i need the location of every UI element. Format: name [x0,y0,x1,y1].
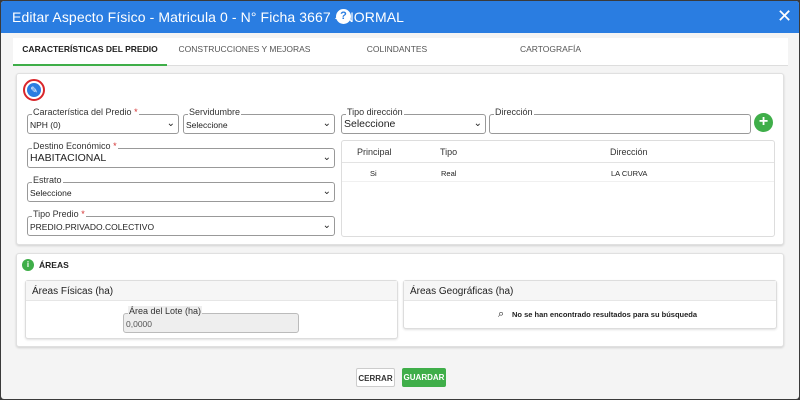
tab-construcciones[interactable]: CONSTRUCCIONES Y MEJORAS [167,38,322,66]
caracteristica-value: NPH (0) [30,120,61,130]
destino-label: Destino Económico * [32,141,118,151]
tab-bar: CARACTERÍSTICAS DEL PREDIO CONSTRUCCIONE… [13,38,788,66]
empty-results-text: No se han encontrado resultados para su … [512,310,698,319]
chevron-down-icon: ⌄ [166,118,175,129]
search-icon: ⌕ [498,308,505,320]
servidumbre-select[interactable]: Servidumbre Seleccione ⌄ [183,107,335,134]
areas-title: ÁREAS [39,260,69,270]
estrato-box [27,182,335,202]
tab-colindantes[interactable]: COLINDANTES [322,38,472,66]
chevron-down-icon: ⌄ [473,118,482,129]
direccion-box [489,114,751,134]
tipo-predio-label-text: Tipo Predio [33,209,79,219]
column-tipo[interactable]: Tipo [440,147,457,157]
areas-geograficas-card: Áreas Geográficas (ha) [403,280,777,329]
chevron-down-icon: ⌄ [322,186,331,197]
cerrar-button[interactable]: CERRAR [356,368,395,387]
pencil-icon: ✎ [27,83,41,97]
add-address-button[interactable]: + [754,113,773,132]
estrato-label: Estrato [32,175,63,185]
address-table: Principal Tipo Dirección Si Real LA CURV… [341,140,775,237]
cell-tipo: Real [441,169,457,178]
chevron-down-icon: ⌄ [322,118,331,129]
close-icon[interactable]: ✕ [777,6,792,26]
chevron-down-icon: ⌄ [322,220,331,231]
destino-label-text: Destino Económico [33,141,111,151]
destino-value: HABITACIONAL [30,152,107,164]
tab-cartografia[interactable]: CARTOGRAFÍA [472,38,629,66]
tipo-predio-select[interactable]: Tipo Predio * PREDIO.PRIVADO.COLECTIVO ⌄ [27,209,335,236]
direccion-input[interactable]: Dirección [489,107,751,134]
areas-fisicas-title: Áreas Físicas (ha) [26,281,397,301]
direccion-label: Dirección [494,107,534,117]
tipo-predio-label: Tipo Predio * [32,209,86,219]
cell-direccion: LA CURVA [611,169,648,178]
tab-caracteristicas[interactable]: CARACTERÍSTICAS DEL PREDIO [13,38,167,66]
cell-principal: Si [370,169,377,178]
required-mark: * [81,209,85,219]
area-lote-label: Área del Lote (ha) [128,306,203,316]
edit-button[interactable]: ✎ [23,79,45,101]
required-mark: * [113,141,117,151]
tipo-direccion-value: Seleccione [344,118,396,130]
area-lote-field: Área del Lote (ha) 0,0000 [123,306,299,334]
column-direccion[interactable]: Dirección [610,147,648,157]
required-mark: * [134,107,138,117]
tipo-predio-value: PREDIO.PRIVADO.COLECTIVO [30,222,155,232]
help-icon[interactable]: ? [336,9,351,24]
edit-modal: Editar Aspecto Físico - Matricula 0 - N°… [1,1,799,399]
destino-select[interactable]: Destino Económico * HABITACIONAL ⌄ [27,141,335,168]
modal-header: Editar Aspecto Físico - Matricula 0 - N°… [1,1,799,33]
servidumbre-value: Seleccione [186,120,228,130]
table-row[interactable]: Si Real LA CURVA [342,164,774,182]
estrato-value: Seleccione [30,188,72,198]
tipo-direccion-select[interactable]: Tipo dirección Seleccione ⌄ [341,107,486,134]
estrato-select[interactable]: Estrato Seleccione ⌄ [27,175,335,202]
guardar-button[interactable]: GUARDAR [402,368,446,387]
info-icon: i [22,259,34,271]
column-principal[interactable]: Principal [357,147,392,157]
table-header: Principal Tipo Dirección [342,141,774,163]
tipo-direccion-label: Tipo dirección [346,107,404,117]
servidumbre-label: Servidumbre [188,107,242,117]
area-lote-value: 0,0000 [126,319,152,329]
chevron-down-icon: ⌄ [322,152,331,163]
caracteristica-label-text: Característica del Predio [33,107,132,117]
caracteristica-select[interactable]: Característica del Predio * NPH (0) ⌄ [27,107,179,134]
areas-geograficas-title: Áreas Geográficas (ha) [404,281,776,301]
caracteristica-label: Característica del Predio * [32,107,139,117]
